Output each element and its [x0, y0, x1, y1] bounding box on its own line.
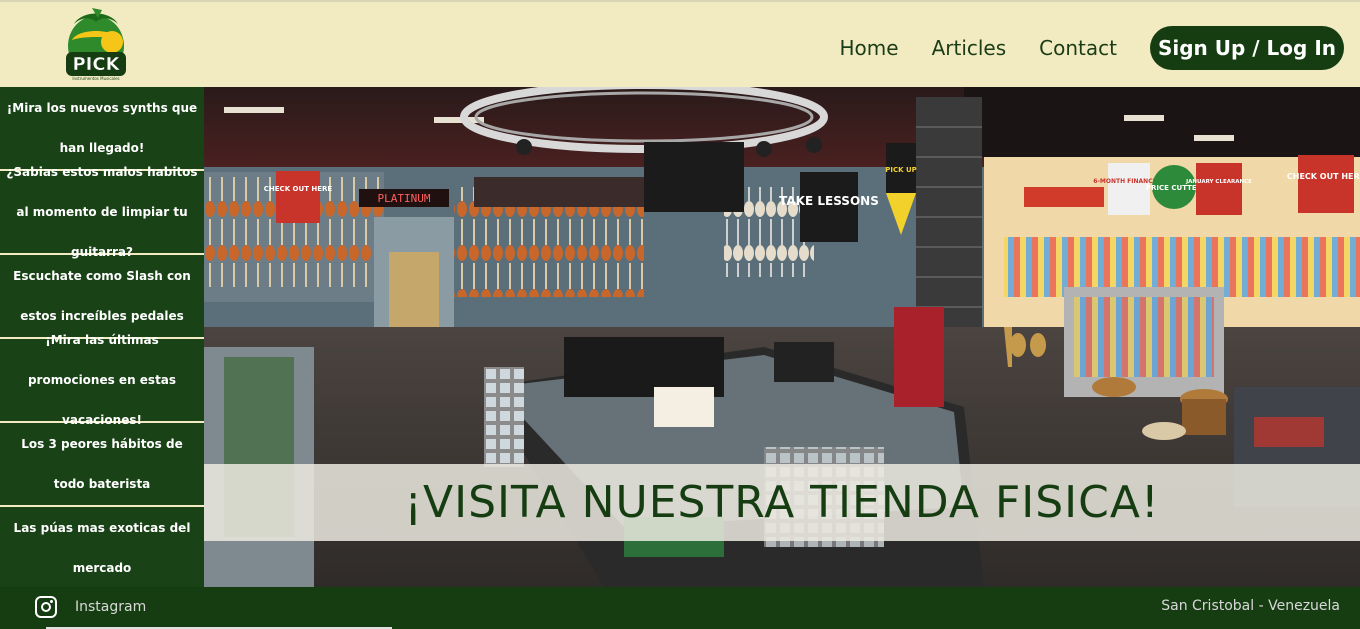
sidebar-item-label: Los 3 peores hábitos de todo baterista	[21, 437, 183, 491]
banner-text: ¡VISITA NUESTRA TIENDA FISICA!	[404, 477, 1160, 528]
visit-store-banner: ¡VISITA NUESTRA TIENDA FISICA!	[204, 464, 1360, 541]
store-hero-image: TAKE LESSONS PLATINUM CHECK OUT HERE CHE…	[204, 87, 1360, 587]
instagram-icon[interactable]	[35, 596, 57, 618]
nav-articles[interactable]: Articles	[932, 26, 1007, 70]
sidebar-item-label: Las púas mas exoticas del mercado	[13, 521, 191, 575]
instagram-link[interactable]: Instagram	[75, 599, 146, 615]
platinum-sign: PLATINUM	[378, 192, 431, 205]
articles-sidebar: ¡Mira los nuevos synths que han llegado!…	[0, 87, 204, 587]
sidebar-item-label: ¡Mira las últimas promociones en estas v…	[27, 333, 177, 427]
january-clearance-sign: JANUARY CLEARANCE	[1185, 179, 1252, 185]
nav-contact[interactable]: Contact	[1039, 26, 1117, 70]
sidebar-item-drummer-habits[interactable]: Los 3 peores hábitos de todo baterista	[0, 423, 204, 507]
sidebar-item-guitar-cleaning[interactable]: ¿Sabias estos malos habitos al momento d…	[0, 165, 204, 259]
location-text: San Cristobal - Venezuela	[1161, 598, 1340, 614]
header: PICK Instrumentos Musicales Home Article…	[0, 0, 1360, 87]
take-lessons-sign: TAKE LESSONS	[779, 194, 879, 208]
pick-up-sign: PICK UP	[885, 166, 917, 174]
pick-logo[interactable]: PICK Instrumentos Musicales	[62, 6, 130, 84]
nav-home[interactable]: Home	[840, 26, 899, 70]
check-out-sign-left: CHECK OUT HERE	[264, 185, 333, 193]
sidebar-item-promotions[interactable]: ¡Mira las últimas promociones en estas v…	[0, 333, 204, 427]
signup-login-button[interactable]: Sign Up / Log In	[1149, 26, 1344, 70]
check-out-sign-right: CHECK OUT HERE	[1287, 172, 1360, 181]
price-cutter-sign: PRICE CUTTER	[1146, 184, 1203, 192]
footer: Instagram San Cristobal - Venezuela	[0, 587, 1360, 629]
sidebar-item-exotic-picks[interactable]: Las púas mas exoticas del mercado	[0, 507, 204, 589]
svg-text:PICK: PICK	[72, 54, 120, 75]
sidebar-item-label: ¿Sabias estos malos habitos al momento d…	[6, 165, 198, 259]
main-nav: Home Articles Contact Sign Up / Log In	[840, 26, 1344, 70]
svg-text:Instrumentos Musicales: Instrumentos Musicales	[72, 76, 119, 81]
